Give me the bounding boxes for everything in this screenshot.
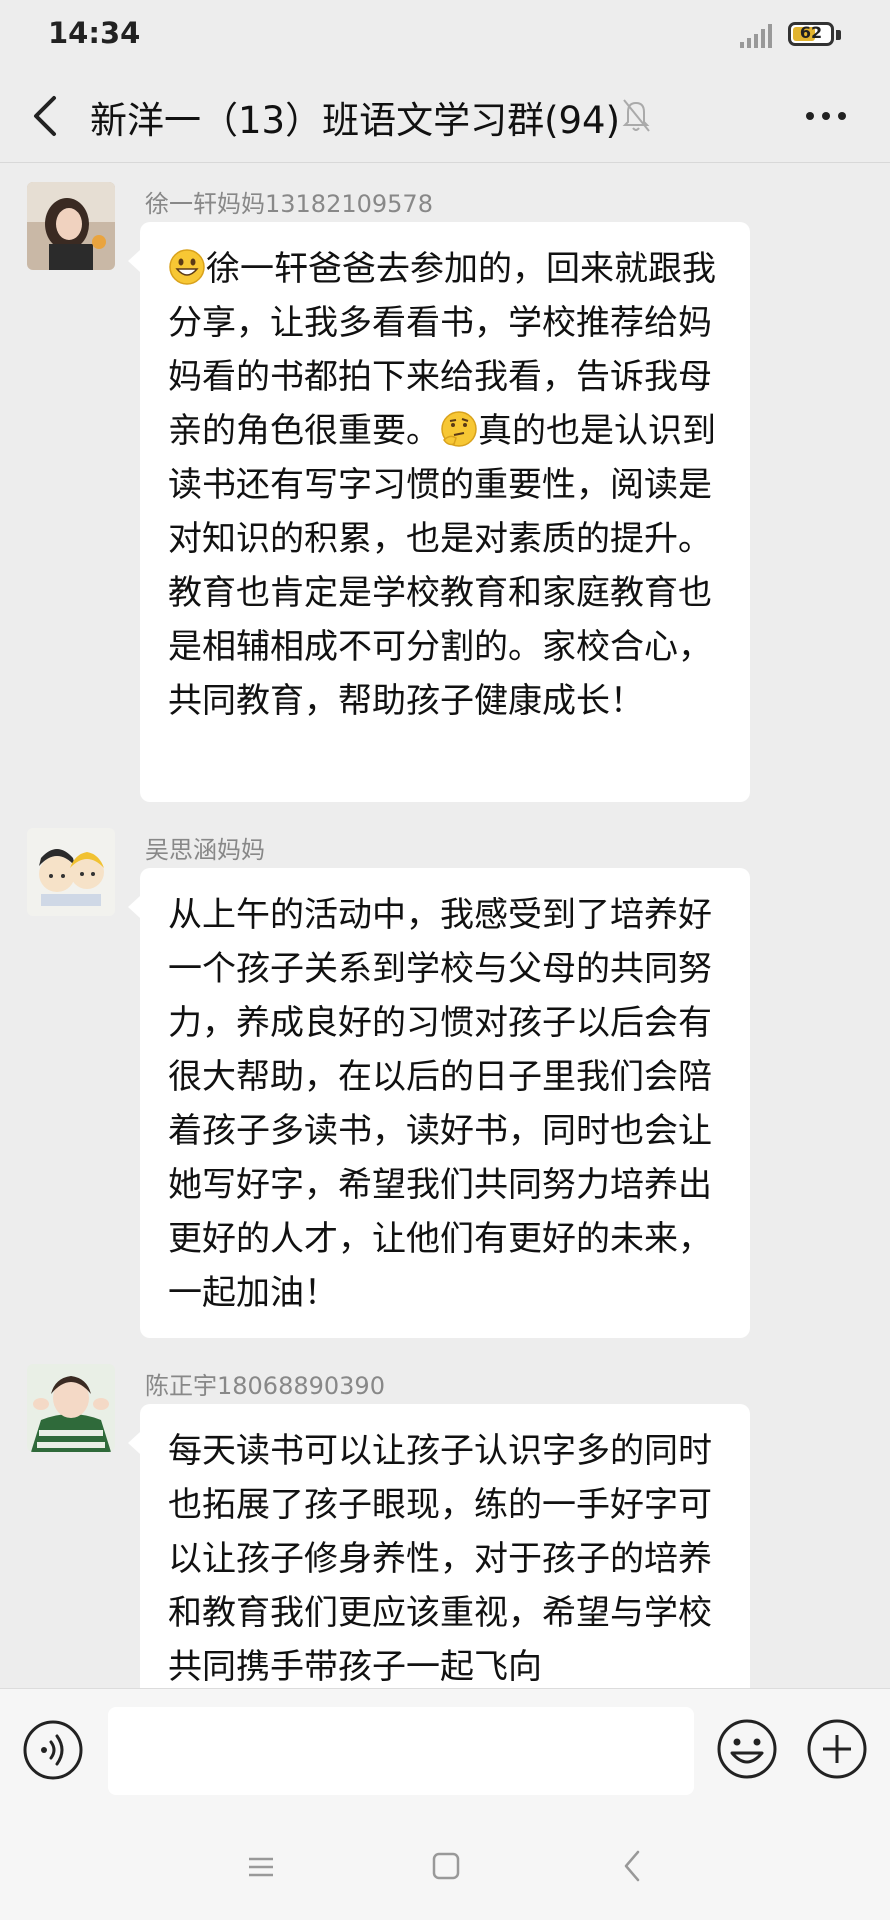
nav-back-icon[interactable] [620,1848,644,1884]
sender-name: 吴思涵妈妈 [145,836,265,864]
voice-icon[interactable] [22,1719,84,1781]
back-arrow-icon[interactable] [26,90,66,142]
message-bubble[interactable]: 每天读书可以让孩子认识字多的同时也拓展了孩子眼现，练的一手好字可以让孩子修身养性… [128,1404,750,1704]
message-text: 从上午的活动中，我感受到了培养好一个孩子关系到学校与父母的共同努力，养成良好的习… [168,895,712,1313]
home-icon[interactable] [430,1850,462,1882]
avatar[interactable] [27,182,115,270]
add-icon[interactable] [805,1717,869,1781]
status-bar: 14:34 62 [0,0,890,70]
signal-icon [740,24,772,48]
chat-title: 新洋一（13）班语文学习群(94) [90,99,621,142]
sender-name: 徐一轩妈妈13182109578 [145,190,433,218]
battery-icon: 62 [788,22,834,46]
grinning-emoji [169,249,205,285]
message-text-continued: 真的也是认识到读书还有写字习惯的重要性，阅读是对知识的积累，也是对素质的提升。教… [168,411,716,721]
avatar[interactable] [27,828,115,916]
muted-bell-icon [622,99,650,132]
battery-tip [836,30,841,40]
message-text: 每天读书可以让孩子认识字多的同时也拓展了孩子眼现，练的一手好字可以让孩子修身养性… [168,1431,712,1687]
status-time: 14:34 [48,16,141,50]
thinking-emoji [441,411,477,447]
chat-header: 新洋一（13）班语文学习群(94) [0,70,890,163]
input-bar [0,1688,890,1813]
more-dots-icon[interactable] [802,94,850,138]
message-bubble[interactable]: 徐一轩爸爸去参加的，回来就跟我分享，让我多看看书，学校推荐给妈妈看的书都拍下来给… [128,222,750,802]
menu-icon[interactable] [246,1852,276,1882]
emoji-icon[interactable] [715,1717,779,1781]
battery-percent: 62 [799,23,823,42]
avatar[interactable] [27,1364,115,1452]
message-bubble[interactable]: 从上午的活动中，我感受到了培养好一个孩子关系到学校与父母的共同努力，养成良好的习… [128,868,750,1338]
sender-name: 陈正宇18068890390 [145,1372,385,1400]
message-input[interactable] [108,1707,694,1795]
system-nav-bar [0,1812,890,1920]
